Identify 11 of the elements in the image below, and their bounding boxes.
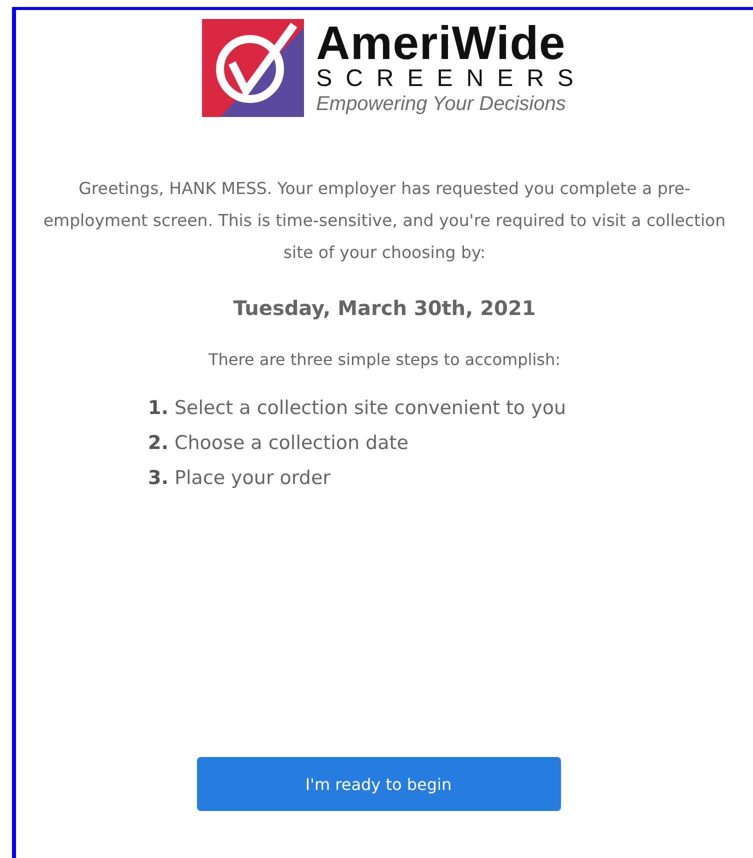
brand-tagline: Empowering Your Decisions [316, 93, 566, 115]
step-item: 3. Place your order [148, 466, 332, 491]
begin-button[interactable]: I'm ready to begin [196, 757, 560, 811]
deadline-date: Tuesday, March 30th, 2021 [233, 296, 536, 320]
step-item: 1. Select a collection site convenient to you [148, 396, 566, 421]
greeting-text: Greetings, HANK MESS. Your employer has requested you complete a pre-employment screen. This is time-sensitive, and you're required to visit a collection site of your choosing by: [42, 178, 727, 264]
brand-subtitle: SCREENERS [316, 65, 587, 93]
brand-name: AmeriWide [316, 21, 566, 65]
step-item: 2. Choose a collection date [148, 431, 410, 456]
intro-text: There are three simple steps to accomplish: [208, 350, 561, 369]
checkmark-logo-icon [202, 19, 304, 117]
